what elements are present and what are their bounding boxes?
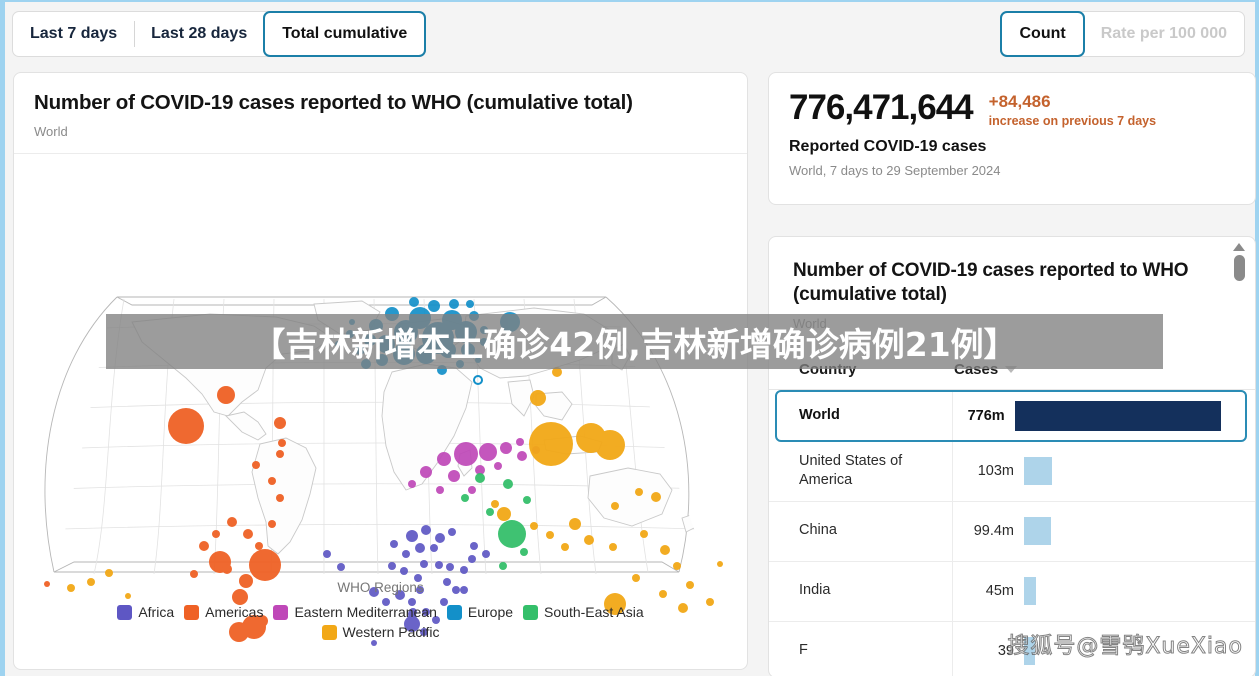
caret-down-icon[interactable]: [1005, 365, 1018, 373]
cell-cases: 776m: [967, 407, 1005, 424]
legend-item-eastern-mediterranean[interactable]: Eastern Mediterranean: [273, 604, 437, 620]
table-row[interactable]: United States of America 103m: [769, 441, 1255, 502]
measure-tab-group: Count Rate per 100 000: [1000, 11, 1245, 57]
legend-item-south-east-asia[interactable]: South-East Asia: [523, 604, 644, 620]
legend-swatch-south-east-asia: [523, 604, 539, 620]
cell-country: F: [799, 642, 808, 659]
total-cases-value: 776,471,644: [789, 88, 974, 127]
tab-last-7-days[interactable]: Last 7 days: [13, 12, 134, 56]
cell-country: India: [799, 582, 831, 599]
cell-bar: [1024, 577, 1036, 606]
summary-stat-row: 776,471,644 +84,486 increase on previous…: [789, 90, 1235, 128]
table-row[interactable]: India 45m: [769, 561, 1255, 622]
legend-swatch-europe: [446, 604, 462, 620]
legend-item-europe[interactable]: Europe: [446, 604, 514, 620]
legend-item-africa[interactable]: Africa: [117, 604, 174, 620]
delta-block: +84,486 increase on previous 7 days: [989, 90, 1156, 128]
map-panel-subtitle: World: [34, 124, 68, 139]
tab-total-cumulative[interactable]: Total cumulative: [263, 11, 427, 57]
cell-bar: [1024, 637, 1035, 666]
cell-divider: [952, 561, 953, 621]
legend-swatch-africa: [117, 604, 133, 620]
table-row[interactable]: World 776m: [775, 389, 1247, 442]
cell-cases: 45m: [985, 583, 1014, 600]
legend-label-south-east-asia: South-East Asia: [544, 604, 644, 620]
legend-label-africa: Africa: [138, 604, 175, 620]
cell-country: China: [799, 522, 837, 539]
tab-last-28-days[interactable]: Last 28 days: [134, 12, 264, 56]
legend-swatch-western-pacific: [321, 624, 337, 640]
country-table-panel: Number of COVID-19 cases reported to WHO…: [768, 236, 1256, 676]
tab-rate-per-100000[interactable]: Rate per 100 000: [1084, 12, 1244, 56]
map-panel-title: Number of COVID-19 cases reported to WHO…: [34, 91, 633, 114]
summary-stat-meta: World, 7 days to 29 September 2024: [789, 162, 1001, 178]
cell-bar: [1014, 400, 1221, 431]
legend-label-western-pacific: Western Pacific: [342, 624, 440, 640]
table-rows: World 776m United States of America 103m…: [769, 389, 1255, 676]
legend-row-2: Western Pacific: [14, 624, 747, 640]
map-panel: Number of COVID-19 cases reported to WHO…: [13, 72, 748, 670]
delta-description: increase on previous 7 days: [988, 113, 1157, 128]
page-root: Last 7 days Last 28 days Total cumulativ…: [0, 0, 1259, 676]
legend-row-1: Africa Americas Eastern Mediterranean Eu…: [14, 604, 747, 620]
scroll-up-arrow-icon[interactable]: [1233, 243, 1245, 251]
legend-item-americas[interactable]: Americas: [184, 604, 263, 620]
legend-title: WHO Regions: [337, 580, 424, 595]
cell-divider: [952, 501, 953, 561]
cell-cases: 39: [997, 643, 1014, 660]
table-row[interactable]: China 99.4m: [769, 501, 1255, 562]
legend-swatch-eastern-mediterranean: [273, 604, 289, 620]
cell-country: World: [799, 406, 840, 423]
legend-item-western-pacific[interactable]: Western Pacific: [321, 624, 440, 640]
delta-value: +84,486: [988, 92, 1051, 111]
summary-stat-panel: 776,471,644 +84,486 increase on previous…: [768, 72, 1256, 205]
column-header-cases[interactable]: Cases: [954, 360, 1018, 378]
tab-count[interactable]: Count: [1000, 11, 1085, 57]
country-table-title: Number of COVID-19 cases reported to WHO…: [793, 260, 1189, 306]
cell-divider: [952, 621, 953, 676]
legend-swatch-americas: [184, 604, 200, 620]
map-panel-header: Number of COVID-19 cases reported to WHO…: [14, 73, 747, 154]
cell-divider: [952, 391, 953, 440]
map-legend: WHO Regions Africa Americas Eastern Medi…: [14, 580, 747, 640]
column-header-cases-label: Cases: [954, 360, 999, 378]
cell-bar: [1024, 517, 1051, 546]
column-header-country[interactable]: Country: [799, 361, 954, 378]
legend-label-eastern-mediterranean: Eastern Mediterranean: [294, 604, 437, 620]
cell-divider: [952, 441, 953, 501]
country-table-subtitle: World: [793, 315, 827, 331]
top-toolbar: Last 7 days Last 28 days Total cumulativ…: [5, 2, 1255, 64]
cell-cases: 103m: [977, 463, 1014, 480]
table-scrollbar[interactable]: [1232, 243, 1246, 673]
cell-country: United States of America: [799, 452, 903, 489]
legend-label-europe: Europe: [467, 604, 514, 620]
scrollbar-thumb[interactable]: [1233, 255, 1245, 281]
cell-bar: [1024, 457, 1052, 486]
summary-stat-label: Reported COVID-19 cases: [789, 137, 987, 155]
table-row[interactable]: F 39: [769, 621, 1255, 676]
legend-label-americas: Americas: [205, 604, 264, 620]
period-tab-group: Last 7 days Last 28 days Total cumulativ…: [12, 11, 427, 57]
map-canvas[interactable]: WHO Regions Africa Americas Eastern Medi…: [14, 154, 747, 656]
cell-cases: 99.4m: [973, 523, 1014, 540]
table-header-row: Country Cases: [769, 347, 1255, 390]
